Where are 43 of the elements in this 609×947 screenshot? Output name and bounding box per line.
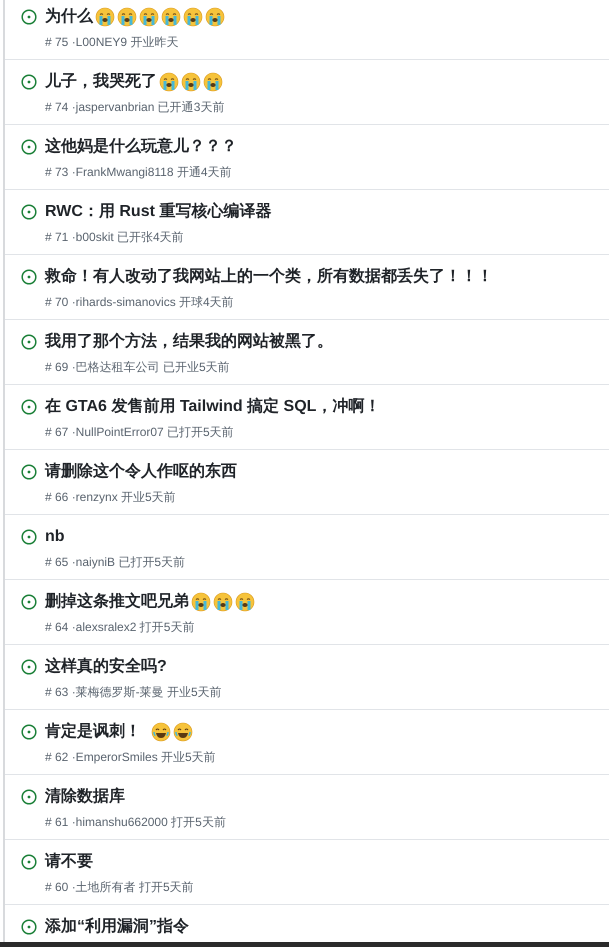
issue-meta: # 60 ·土地所有者 打开5天前 xyxy=(45,879,194,896)
issue-title-link[interactable]: 这样真的安全吗? xyxy=(45,655,167,679)
issue-title-link[interactable]: 请不要 xyxy=(45,850,93,874)
issue-meta: # 75 ·L00NEY9 开业昨天 xyxy=(45,34,180,51)
issue-meta: # 70 ·rihards-simanovics 开球4天前 xyxy=(45,294,235,311)
crying-face-icon xyxy=(161,7,181,27)
crying-face-icon xyxy=(117,7,137,27)
crying-face-icon xyxy=(213,592,233,612)
issue-title-link[interactable]: 清除数据库 xyxy=(45,785,125,809)
issue-meta: # 67 ·NullPointError07 已打开5天前 xyxy=(45,424,235,441)
issue-title-link[interactable]: nb xyxy=(45,525,65,549)
issue-title-link[interactable]: 在 GTA6 发售前用 Tailwind 搞定 SQL，冲啊！ xyxy=(45,395,380,419)
laughing-face-icon xyxy=(173,722,193,742)
issue-title-link[interactable]: 这他妈是什么玩意儿？？？ xyxy=(45,135,237,159)
issue-title-link[interactable]: 添加“利用漏洞”指令 xyxy=(45,915,189,939)
crying-face-icon xyxy=(183,7,203,27)
crying-face-icon xyxy=(139,7,159,27)
laughing-face-icon xyxy=(151,722,171,742)
issue-title-link[interactable]: RWC：用 Rust 重写核心编译器 xyxy=(45,200,272,224)
issue-meta: # 64 ·alexsralex2 打开5天前 xyxy=(45,619,196,636)
issue-meta: # 65 ·naiyniB 已打开5天前 xyxy=(45,554,186,571)
crying-face-icon xyxy=(235,592,255,612)
crying-face-icon xyxy=(95,7,115,27)
issue-meta: # 62 ·EmperorSmiles 开业5天前 xyxy=(45,749,216,766)
crying-face-icon xyxy=(159,72,179,92)
issue-meta: # 71 ·b00skit 已开张4天前 xyxy=(45,229,185,246)
issue-meta: # 73 ·FrankMwangi8118 开通4天前 xyxy=(45,164,233,181)
issue-title-link[interactable]: 救命！有人改动了我网站上的一个类，所有数据都丢失了！！！ xyxy=(45,265,493,289)
crying-face-icon xyxy=(203,72,223,92)
issue-title-link[interactable]: 我用了那个方法，结果我的网站被黑了。 xyxy=(45,330,333,354)
issue-title-link[interactable]: 删掉这条推文吧兄弟 xyxy=(45,590,189,614)
issue-meta: # 66 ·renzynx 开业5天前 xyxy=(45,489,177,506)
issue-title-link[interactable]: 为什么 xyxy=(45,5,93,29)
crying-face-icon xyxy=(205,7,225,27)
crying-face-icon xyxy=(191,592,211,612)
issue-meta: # 74 ·jaspervanbrian 已开通3天前 xyxy=(45,99,224,116)
issue-title-link[interactable]: 请删除这个令人作呕的东西 xyxy=(45,460,237,484)
issue-meta: # 63 ·莱梅德罗斯-莱曼 开业5天前 xyxy=(45,684,222,701)
issue-title-link[interactable]: 肯定是讽刺！ xyxy=(45,720,141,744)
issue-title-link[interactable]: 儿子，我哭死了 xyxy=(45,70,157,94)
issue-meta: # 61 ·himanshu662000 打开5天前 xyxy=(45,814,226,831)
crying-face-icon xyxy=(181,72,201,92)
issue-meta: # 69 ·巴格达租车公司 已开业5天前 xyxy=(45,359,231,376)
